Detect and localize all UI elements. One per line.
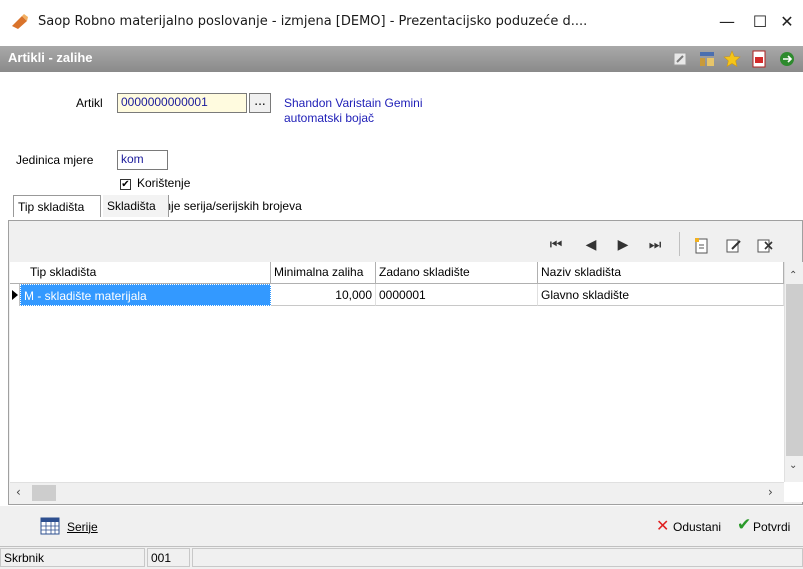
last-record-icon[interactable]: ⏭ [645, 236, 665, 254]
first-record-icon[interactable]: ⏮ [546, 236, 566, 254]
table-cell-zadano[interactable]: 0000001 [376, 284, 538, 306]
form-header: Artikli - zalihe [0, 46, 803, 72]
vertical-scrollbar[interactable]: ⌃ ⌄ [784, 262, 803, 482]
form-title: Artikli - zalihe [8, 50, 93, 65]
new-record-icon[interactable] [693, 237, 711, 255]
confirm-icon[interactable]: ✔ [737, 515, 751, 535]
horizontal-scroll-thumb[interactable] [32, 485, 56, 501]
toolbar-separator [679, 232, 680, 256]
tab-skladista[interactable]: Skladišta [103, 195, 169, 217]
scroll-left-icon[interactable]: ‹ [16, 485, 21, 499]
row-pointer-icon [12, 290, 18, 300]
edit-icon[interactable] [671, 50, 689, 68]
next-record-icon[interactable]: ▶ [613, 236, 633, 254]
pdf-icon[interactable] [750, 50, 768, 68]
scroll-right-icon[interactable]: › [768, 485, 773, 499]
maximize-button[interactable]: ☐ [745, 8, 775, 36]
table-cell-naziv[interactable]: Glavno skladište [538, 284, 784, 306]
row-indicator [10, 284, 20, 306]
edit-record-icon[interactable] [725, 237, 743, 255]
column-header-tip-skladista[interactable]: Tip skladišta [10, 262, 271, 284]
star-icon[interactable] [723, 50, 741, 68]
app-icon [12, 14, 28, 29]
horizontal-scrollbar[interactable]: ‹ › [10, 482, 784, 503]
artikl-input[interactable]: 0000000000001 [117, 93, 247, 113]
jedinica-mjere-label: Jedinica mjere [16, 153, 94, 167]
delete-record-icon[interactable] [756, 237, 774, 255]
calendar-icon[interactable] [40, 517, 60, 535]
exit-icon[interactable] [778, 50, 796, 68]
cancel-icon[interactable]: ✕ [656, 516, 669, 535]
column-header-zadano-skladiste[interactable]: Zadano skladište [376, 262, 538, 284]
artikl-description-line2: automatski bojač [284, 111, 375, 125]
column-header-naziv-skladista[interactable]: Naziv skladišta [538, 262, 784, 284]
jedinica-mjere-input[interactable]: kom [117, 150, 168, 170]
vertical-scroll-thumb[interactable] [786, 284, 803, 456]
serije-button[interactable]: Serije [67, 520, 98, 534]
odustani-button[interactable]: Odustani [673, 520, 721, 534]
scroll-up-icon[interactable]: ⌃ [789, 270, 797, 281]
minimize-button[interactable]: — [712, 8, 742, 36]
previous-record-icon[interactable]: ◀ [581, 236, 601, 254]
artikl-label: Artikl [76, 96, 103, 110]
window-title-bar: Saop Robno materijalno poslovanje - izmj… [0, 0, 803, 44]
artikl-description-line1: Shandon Varistain Gemini [284, 96, 423, 110]
koristenje-label: Korištenje [137, 176, 191, 190]
status-extra [192, 548, 803, 567]
column-header-minimalna-zaliha[interactable]: Minimalna zaliha [271, 262, 376, 284]
hierarchy-icon[interactable] [698, 50, 716, 68]
artikl-lookup-button[interactable]: ... [249, 93, 271, 113]
table-cell-tip[interactable]: M - skladište materijala [20, 284, 271, 306]
artikl-description: Shandon Varistain Gemini automatski boja… [284, 96, 423, 126]
koristenje-checkbox[interactable]: ✔ [120, 179, 131, 190]
scroll-down-icon[interactable]: ⌄ [789, 460, 797, 471]
tab-tip-skladista[interactable]: Tip skladišta [13, 195, 101, 217]
potvrdi-button[interactable]: Potvrdi [753, 520, 790, 534]
status-label-skrbnik: Skrbnik [0, 548, 145, 567]
table-cell-min-zaliha[interactable]: 10,000 [271, 284, 376, 306]
status-value: 001 [147, 548, 190, 567]
window-title: Saop Robno materijalno poslovanje - izmj… [38, 14, 588, 29]
close-button[interactable]: ✕ [772, 8, 802, 36]
